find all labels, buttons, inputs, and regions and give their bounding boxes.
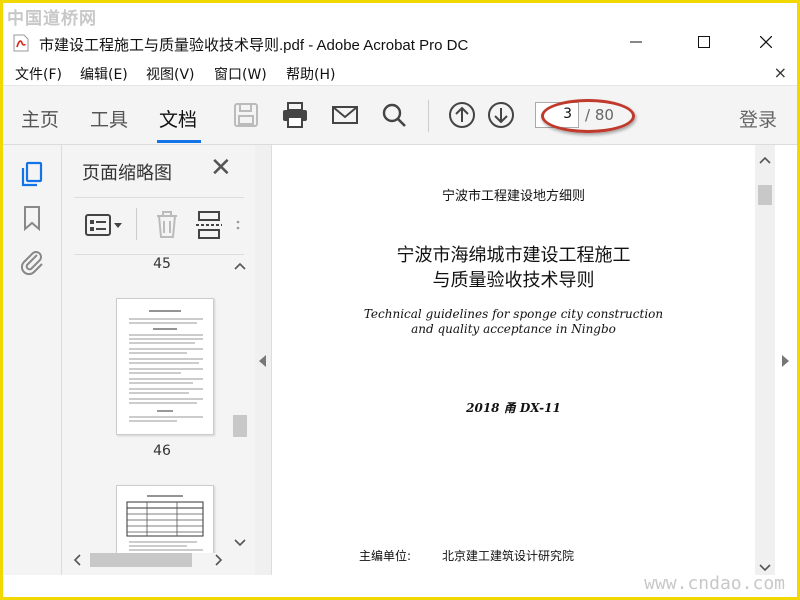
thumbnail-content — [126, 495, 204, 551]
options-menu-icon[interactable] — [84, 212, 124, 238]
doc-title-line-2: 与质量验收技术导则 — [432, 270, 595, 291]
window-title: 市建设工程施工与质量验收技术导则.pdf - Adobe Acrobat Pro… — [39, 37, 469, 54]
menu-help[interactable]: 帮助(H) — [286, 64, 335, 84]
doc-english-line-2: and quality acceptance in Ningbo — [411, 322, 616, 336]
menu-file[interactable]: 文件(F) — [15, 64, 62, 84]
collapse-left-icon — [259, 355, 266, 367]
doc-editor-label: 主编单位: — [359, 549, 412, 563]
thumbnail-label: 45 — [153, 256, 171, 272]
expand-right-icon — [782, 355, 789, 367]
expand-right-panel-handle[interactable] — [775, 145, 797, 575]
panel-title: 页面缩略图 — [82, 163, 172, 184]
screenshot-frame: 中国道桥网 市建设工程施工与质量验收技术导则.pdf - Adobe Acrob… — [0, 0, 800, 600]
minimize-icon — [630, 41, 642, 43]
left-navigation-rail — [3, 145, 62, 575]
delete-icon[interactable] — [154, 210, 180, 240]
save-icon[interactable] — [231, 100, 261, 130]
doc-header: 宁波市工程建设地方细则 — [441, 189, 585, 204]
toolbar-divider — [428, 100, 429, 132]
doc-code: 2018 甬 DX-11 — [466, 401, 561, 415]
login-button[interactable]: 登录 — [739, 105, 777, 132]
attachment-icon[interactable] — [17, 247, 47, 277]
doc-editor-value: 北京建工建筑设计研究院 — [442, 549, 575, 563]
panel-toolbar — [74, 197, 244, 255]
minimize-button[interactable] — [613, 27, 659, 57]
thumbnail-content — [129, 310, 203, 422]
more-tools-icon[interactable] — [234, 218, 242, 232]
maximize-button[interactable] — [681, 27, 727, 57]
thumbnails-panel: 页面缩略图 ✕ 45 46 — [62, 145, 255, 575]
tab-document[interactable]: 文档 — [159, 105, 197, 132]
thumbnail-horizontal-scrollbar[interactable] — [70, 551, 230, 569]
thumbnail-list: 45 46 — [62, 253, 232, 553]
thumbnail-page[interactable] — [116, 485, 214, 553]
close-icon — [760, 36, 772, 48]
panel-toolbar-divider — [136, 208, 137, 240]
tab-home[interactable]: 主页 — [21, 105, 59, 132]
thumbnail-page[interactable] — [116, 298, 214, 435]
document-page: 宁波市工程建设地方细则 宁波市海绵城市建设工程施工 与质量验收技术导则 Tech… — [272, 145, 755, 575]
document-vertical-scrollbar[interactable] — [755, 145, 775, 575]
tab-tools[interactable]: 工具 — [90, 105, 128, 132]
maximize-icon — [698, 36, 710, 48]
search-icon[interactable] — [379, 100, 409, 130]
watermark-top: 中国道桥网 — [7, 9, 97, 29]
pdf-file-icon — [13, 34, 29, 52]
watermark-bottom: www.cndao.com — [644, 573, 785, 594]
menu-edit[interactable]: 编辑(E) — [80, 64, 128, 84]
page-thumbnails-icon[interactable] — [17, 159, 47, 189]
extract-pages-icon[interactable] — [196, 210, 222, 240]
panel-close-button[interactable]: ✕ — [210, 153, 232, 183]
thumbnail-vertical-scrollbar[interactable] — [230, 257, 250, 557]
menu-view[interactable]: 视图(V) — [146, 64, 195, 84]
print-icon[interactable] — [280, 100, 310, 130]
next-page-icon[interactable] — [486, 100, 516, 130]
menu-window[interactable]: 窗口(W) — [214, 64, 267, 84]
thumbnail-label: 46 — [153, 443, 171, 459]
main-toolbar: 主页 工具 文档 3 / 80 登录 — [3, 86, 797, 145]
active-tab-indicator — [157, 140, 201, 143]
doc-title-line-1: 宁波市海绵城市建设工程施工 — [396, 245, 631, 266]
close-window-button[interactable] — [743, 27, 789, 57]
bookmark-icon[interactable] — [17, 203, 47, 233]
menu-bar: 文件(F) 编辑(E) 视图(V) 窗口(W) 帮助(H) × — [3, 61, 797, 86]
annotation-ellipse — [541, 99, 635, 133]
title-bar: 市建设工程施工与质量验收技术导则.pdf - Adobe Acrobat Pro… — [3, 27, 797, 59]
document-view: 宁波市工程建设地方细则 宁波市海绵城市建设工程施工 与质量验收技术导则 Tech… — [272, 145, 755, 575]
doc-english-line-1: Technical guidelines for sponge city con… — [363, 307, 664, 321]
previous-page-icon[interactable] — [447, 100, 477, 130]
email-icon[interactable] — [330, 100, 360, 130]
menu-close-button[interactable]: × — [774, 63, 787, 82]
collapse-panel-handle[interactable] — [255, 145, 272, 575]
